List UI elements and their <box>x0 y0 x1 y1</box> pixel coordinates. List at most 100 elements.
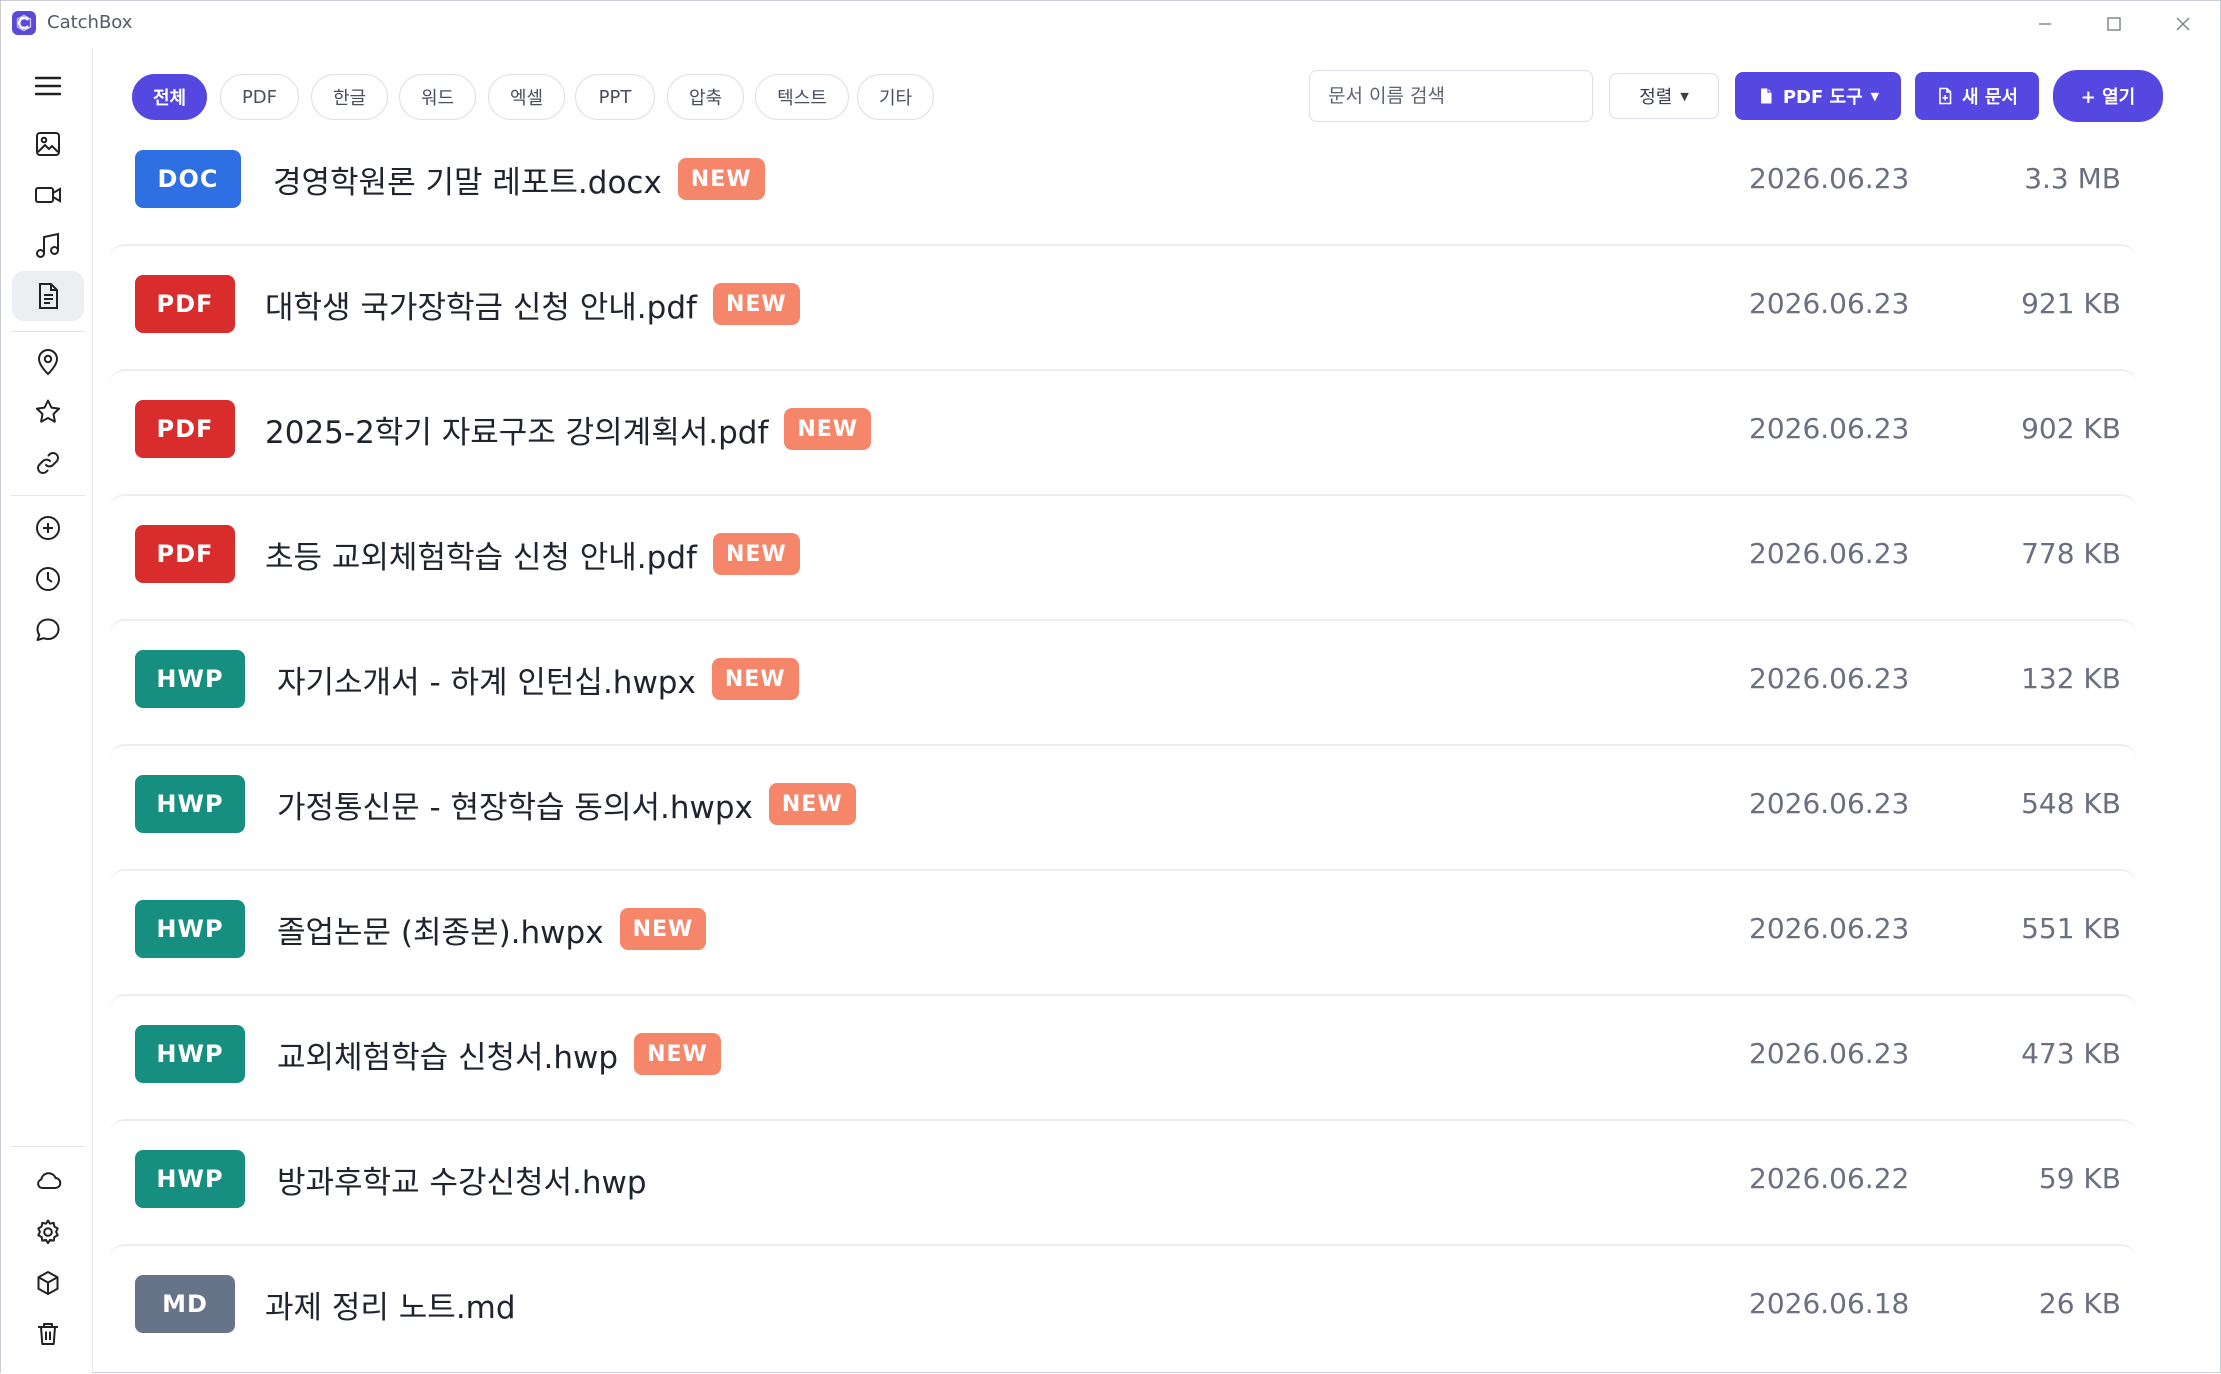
file-name: 대학생 국가장학금 신청 안내.pdf <box>265 289 697 326</box>
file-size: 548 KB <box>2021 787 2121 820</box>
new-badge: NEW <box>634 1033 721 1075</box>
sidebar-item-documents[interactable] <box>12 271 84 321</box>
file-type-badge: HWP <box>135 650 245 708</box>
file-name: 초등 교외체험학습 신청 안내.pdf <box>265 539 697 576</box>
file-size: 551 KB <box>2021 912 2121 945</box>
maximize-icon <box>2107 17 2121 31</box>
file-name: 방과후학교 수강신청서.hwp <box>277 1164 647 1201</box>
file-type-badge: HWP <box>135 900 245 958</box>
sidebar-item-music[interactable] <box>12 221 84 271</box>
sidebar-divider <box>11 495 85 496</box>
sort-button[interactable]: 정렬 ▼ <box>1609 73 1719 119</box>
file-name: 교외체험학습 신청서.hwp <box>277 1039 619 1076</box>
file-date: 2026.06.18 <box>1749 1287 1910 1320</box>
file-date: 2026.06.23 <box>1749 162 1910 195</box>
file-row[interactable]: HWP 교외체험학습 신청서.hwp NEW 2026.06.23 473 KB <box>109 996 2137 1112</box>
filter-chip-pdf[interactable]: PDF <box>220 74 299 120</box>
new-badge: NEW <box>712 283 800 325</box>
file-type-badge: PDF <box>135 275 235 333</box>
sidebar-item-links[interactable] <box>12 438 84 488</box>
maximize-button[interactable] <box>2081 1 2147 47</box>
file-date: 2026.06.23 <box>1749 912 1910 945</box>
caret-down-icon: ▼ <box>1870 89 1880 103</box>
trash-icon <box>38 1323 58 1345</box>
file-row[interactable]: MD 과제 정리 노트.md 2026.06.18 26 KB <box>109 1246 2137 1362</box>
filter-chip-hangul[interactable]: 한글 <box>311 74 388 120</box>
sidebar-item-chat[interactable] <box>12 605 84 655</box>
sidebar-item-locations[interactable] <box>12 337 84 387</box>
file-row[interactable]: HWP 자기소개서 - 하계 인턴십.hwpx NEW 2026.06.23 1… <box>109 621 2137 737</box>
file-date: 2026.06.23 <box>1749 662 1910 695</box>
new-badge: NEW <box>677 158 765 200</box>
open-label: + 열기 <box>2080 87 2136 108</box>
star-icon <box>35 399 61 423</box>
minimize-icon <box>2039 23 2051 25</box>
document-icon <box>39 283 58 309</box>
file-list: DOC 경영학원론 기말 레포트.docx NEW 2026.06.23 3.3… <box>93 139 2221 1374</box>
sidebar-item-images[interactable] <box>12 119 84 169</box>
pdf-tools-label: PDF 도구 <box>1782 87 1863 108</box>
filter-chip-all[interactable]: 전체 <box>132 74 207 120</box>
file-date: 2026.06.23 <box>1749 537 1910 570</box>
file-row[interactable]: PDF 2025-2학기 자료구조 강의계획서.pdf NEW 2026.06.… <box>109 371 2137 487</box>
file-type-badge: PDF <box>135 400 235 458</box>
filter-chip-word[interactable]: 워드 <box>399 74 476 120</box>
sidebar-item-add[interactable] <box>12 503 84 553</box>
file-date: 2026.06.23 <box>1749 412 1910 445</box>
file-size: 902 KB <box>2021 412 2121 445</box>
caret-down-icon: ▼ <box>1680 89 1689 103</box>
sidebar-item-settings[interactable] <box>12 1207 84 1257</box>
sidebar-item-videos[interactable] <box>12 170 84 220</box>
clock-icon <box>36 567 60 591</box>
file-type-badge: HWP <box>135 775 245 833</box>
file-date: 2026.06.23 <box>1749 1037 1910 1070</box>
filter-chip-other[interactable]: 기타 <box>857 74 934 120</box>
open-button[interactable]: + 열기 <box>2053 70 2163 122</box>
document-icon <box>1760 88 1772 104</box>
pdf-tools-button[interactable]: PDF 도구 ▼ <box>1735 72 1901 120</box>
file-row[interactable]: PDF 초등 교외체험학습 신청 안내.pdf NEW 2026.06.23 7… <box>109 496 2137 612</box>
close-button[interactable] <box>2150 1 2216 47</box>
app-window: CatchBox 전체 PDF 한글 워드 엑셀 PPT 압축 텍스트 기타 문… <box>0 0 2221 1374</box>
cloud-icon <box>37 1172 62 1189</box>
file-row[interactable]: HWP 가정통신문 - 현장학습 동의서.hwpx NEW 2026.06.23… <box>109 746 2137 862</box>
filter-chip-excel[interactable]: 엑셀 <box>488 74 565 120</box>
file-type-badge: HWP <box>135 1150 245 1208</box>
sort-label: 정렬 <box>1639 87 1673 108</box>
file-size: 26 KB <box>2038 1287 2121 1320</box>
filter-chip-text[interactable]: 텍스트 <box>755 74 849 120</box>
search-input[interactable] <box>1309 70 1593 122</box>
file-name: 경영학원론 기말 레포트.docx <box>273 164 662 201</box>
sidebar-item-recent[interactable] <box>12 554 84 604</box>
file-size: 778 KB <box>2021 537 2121 570</box>
file-name: 2025-2학기 자료구조 강의계획서.pdf <box>265 414 769 451</box>
sidebar-item-packages[interactable] <box>12 1258 84 1308</box>
file-row[interactable]: PDF 대학생 국가장학금 신청 안내.pdf NEW 2026.06.23 9… <box>109 246 2137 362</box>
link-icon <box>37 452 59 474</box>
image-icon <box>36 132 60 156</box>
file-size: 921 KB <box>2021 287 2121 320</box>
window-title: CatchBox <box>47 12 133 33</box>
plus-circle-icon <box>36 516 60 540</box>
file-size: 473 KB <box>2021 1037 2121 1070</box>
new-badge: NEW <box>784 408 872 450</box>
new-badge: NEW <box>712 533 800 575</box>
sidebar-item-favorites[interactable] <box>12 387 84 437</box>
chat-bubble-icon <box>36 618 60 641</box>
sidebar-item-trash[interactable] <box>12 1309 84 1359</box>
filter-chip-archive[interactable]: 압축 <box>667 74 744 120</box>
sidebar-divider <box>11 331 85 332</box>
file-type-badge: MD <box>135 1275 235 1333</box>
file-row[interactable]: HWP 방과후학교 수강신청서.hwp 2026.06.22 59 KB <box>109 1121 2137 1237</box>
sidebar-item-cloud[interactable] <box>12 1156 84 1206</box>
file-row[interactable]: DOC 경영학원론 기말 레포트.docx NEW 2026.06.23 3.3… <box>109 121 2137 237</box>
new-document-button[interactable]: 새 문서 <box>1915 72 2039 120</box>
file-name: 가정통신문 - 현장학습 동의서.hwpx <box>277 789 753 826</box>
new-document-label: 새 문서 <box>1962 87 2018 108</box>
minimize-button[interactable] <box>2012 1 2078 47</box>
sidebar-menu-button[interactable] <box>12 61 84 111</box>
file-date: 2026.06.23 <box>1749 787 1910 820</box>
filter-chip-ppt[interactable]: PPT <box>575 74 655 120</box>
sidebar <box>1 47 93 1374</box>
file-row[interactable]: HWP 졸업논문 (최종본).hwpx NEW 2026.06.23 551 K… <box>109 871 2137 987</box>
